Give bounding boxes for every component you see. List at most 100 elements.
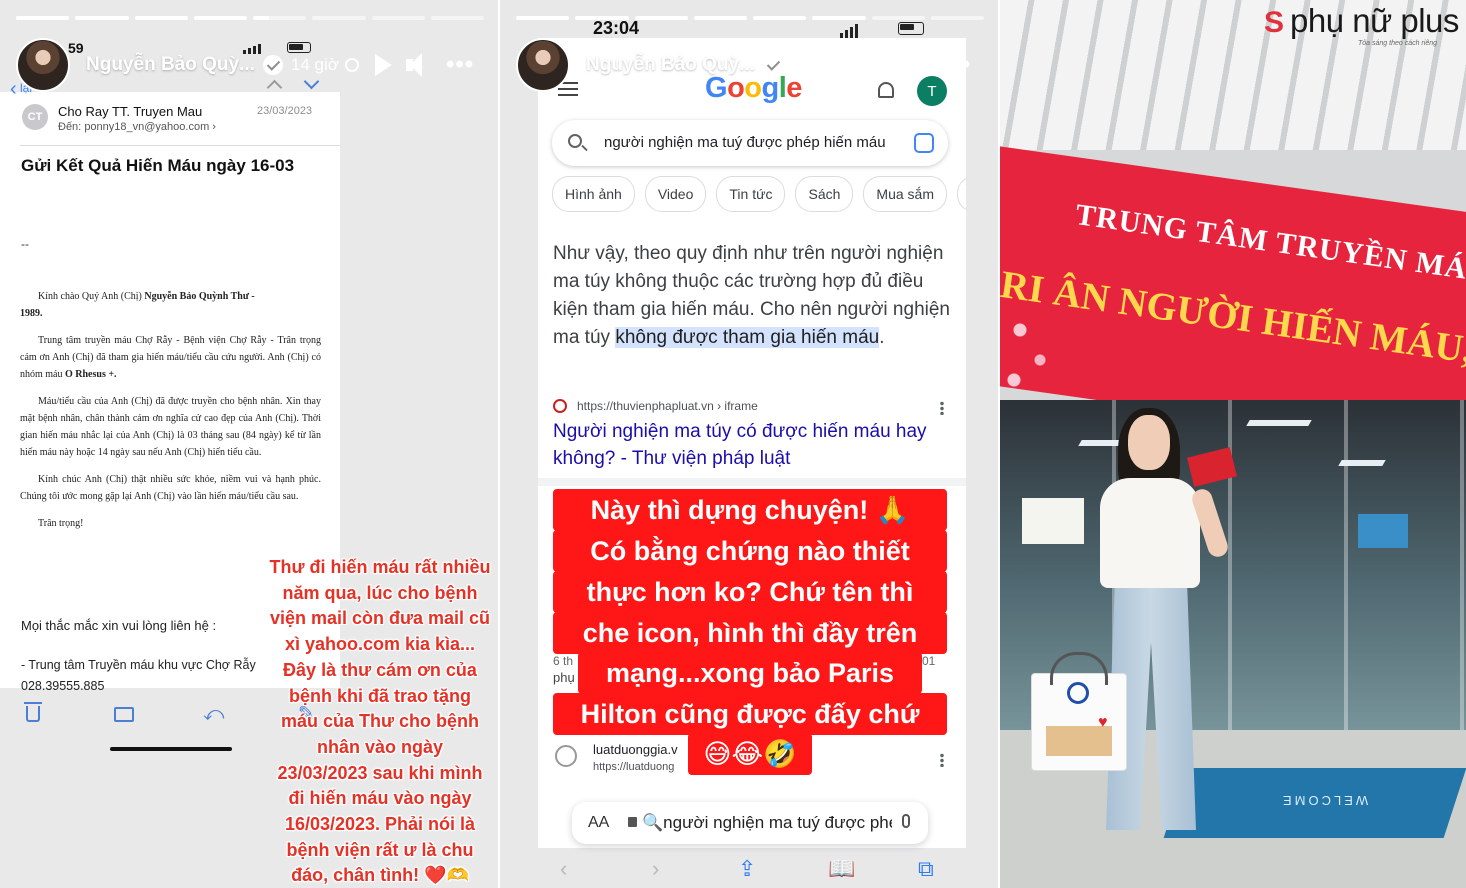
recipient-line[interactable]: Đến: ponny18_vn@yahoo.com › xyxy=(58,121,216,133)
recipient-address: ponny18_vn@yahoo.com xyxy=(84,121,210,133)
back-icon[interactable]: ‹ xyxy=(560,858,567,880)
signature-separator: -- xyxy=(21,237,29,251)
avatar[interactable] xyxy=(516,38,570,92)
caption-line: đi hiến máu vào ngày xyxy=(288,788,472,809)
reader-settings-button[interactable]: AA xyxy=(588,814,609,832)
search-box[interactable]: người nghiện ma tuý được phép hiến máu xyxy=(552,120,948,166)
sticker-line: Có bằng chứng nào thiết xyxy=(590,536,910,566)
mail-date: 23/03/2023 xyxy=(257,105,313,117)
sticker-line: Này thì dựng chuyện! 🙏 xyxy=(590,495,910,525)
ceiling-light xyxy=(1338,460,1386,466)
sender-avatar: CT xyxy=(22,104,48,130)
person-shirt xyxy=(1100,478,1200,588)
play-icon[interactable] xyxy=(374,54,392,76)
address-bar[interactable]: AA 🔍người nghiện ma tuý được phé xyxy=(572,802,928,844)
sticker-line: che icon, hình thì đầy trên xyxy=(582,618,918,648)
letter-closing: Trân trọng! xyxy=(38,518,84,529)
contact-question: Mọi thắc mắc xin vui lòng liên hệ : xyxy=(21,618,217,633)
address-text[interactable]: 🔍người nghiện ma tuý được phé xyxy=(642,813,892,833)
caption-line: máu của Thư cho bệnh xyxy=(280,711,480,732)
story-progress xyxy=(16,16,484,20)
mute-icon[interactable] xyxy=(902,53,929,77)
sticker-line: 😅😂🤣 xyxy=(703,739,797,769)
filter-chip[interactable]: Tin tức xyxy=(716,176,786,212)
mat-text: WELCOME xyxy=(1280,793,1369,808)
mute-icon[interactable] xyxy=(405,53,432,77)
more-options-icon[interactable]: ••• xyxy=(943,51,971,79)
blossom-decoration xyxy=(1000,300,1060,410)
search-input[interactable]: người nghiện ma tuý được phép hiến máu xyxy=(604,134,904,151)
lens-icon[interactable] xyxy=(914,133,934,153)
story-timestamp: 12 giờ xyxy=(790,55,839,74)
lock-icon xyxy=(628,817,637,827)
microphone-icon[interactable] xyxy=(902,814,910,828)
caption-line: bệnh khi đã trao tặng xyxy=(288,685,471,706)
result-options-icon[interactable] xyxy=(940,401,944,415)
story-author-name[interactable]: Nguyễn Bảo Quỳ... xyxy=(586,54,755,76)
brand-logo: phụ nữ plus xyxy=(1290,2,1459,39)
caption-line: Thư đi hiến máu rất nhiều xyxy=(269,557,491,577)
story-panel-google: 23:04 Nguyễn Bảo Quỳ... 12 giờ ••• Googl… xyxy=(500,0,998,888)
person-face xyxy=(1128,415,1170,470)
progress-segment-current xyxy=(253,16,307,20)
progress-segment xyxy=(871,16,925,20)
more-options-icon[interactable]: ••• xyxy=(446,51,474,79)
filter-chip[interactable]: Sách xyxy=(795,176,854,212)
story-timestamp: 14 giờ xyxy=(290,55,339,74)
share-icon[interactable]: ⇪ xyxy=(738,858,756,880)
forward-icon[interactable]: › xyxy=(652,858,659,880)
folder-icon[interactable] xyxy=(114,707,134,722)
heart-icon: ♥ xyxy=(1098,714,1108,731)
caption-line: đáo, chân tình! ❤️🫶 xyxy=(291,865,469,886)
sticker-line: mạng...xong bảo Paris xyxy=(605,658,895,688)
filter-chip[interactable]: Maps xyxy=(956,176,966,212)
filter-chip[interactable]: Mua sắm xyxy=(863,176,947,212)
filter-chip[interactable]: Hình ảnh xyxy=(552,176,635,212)
snippet-highlight: không được tham gia hiến máu xyxy=(615,327,880,348)
sticker-line: thực hơn ko? Chứ tên thì xyxy=(586,577,914,607)
trash-icon[interactable] xyxy=(24,702,42,722)
story-caption: Thư đi hiến máu rất nhiều năm qua, lúc ch… xyxy=(258,555,498,888)
pause-icon[interactable] xyxy=(872,54,889,76)
caption-line: nhân vào ngày xyxy=(316,736,444,757)
result-url[interactable]: https://thuvienphapluat.vn › iframe xyxy=(577,399,758,413)
search-icon xyxy=(568,134,582,148)
battery-icon xyxy=(898,22,924,35)
progress-segment xyxy=(134,16,188,20)
progress-segment xyxy=(753,16,807,20)
letter-paragraph: Trung tâm truyền máu Chợ Rẫy - Bệnh viện… xyxy=(20,335,321,380)
progress-segment xyxy=(75,16,129,20)
home-indicator xyxy=(110,747,232,751)
letter-paragraph: Kính chúc Anh (Chị) thật nhiều sức khỏe,… xyxy=(20,474,321,502)
caption-line: 16/03/2023. Phải nói là xyxy=(284,814,476,835)
filter-chips: Hình ảnhVideoTin tứcSáchMua sắm Maps xyxy=(552,170,966,218)
contact-phone[interactable]: 028.39555.885 xyxy=(21,679,104,693)
hospital-logo-icon xyxy=(1067,682,1089,704)
bookmarks-icon[interactable]: 📖 xyxy=(828,858,855,880)
sender-name[interactable]: Cho Ray TT. Truyen Mau xyxy=(58,104,202,119)
caption-line: Đây là thư cám ơn của xyxy=(283,659,477,680)
photo-panel: TRUNG TÂM TRUYỀN MÁU RI ÂN NGƯỜI HIẾN MÁ… xyxy=(1000,0,1466,888)
story-header: Nguyễn Bảo Quỳ... 12 giờ ••• xyxy=(516,38,986,92)
result-title-link[interactable]: Người nghiện ma túy có được hiến máu hay… xyxy=(553,418,953,472)
avatar[interactable] xyxy=(16,38,70,92)
tabs-icon[interactable]: ⧉ xyxy=(918,858,934,880)
progress-segment xyxy=(16,16,70,20)
caption-line: bệnh viện rất ư là chu xyxy=(286,839,474,860)
brand-mark-icon: S xyxy=(1264,6,1285,39)
sticker-line: Hilton cũng được đấy chứ xyxy=(580,699,920,729)
notice-board xyxy=(1358,514,1408,548)
caption-line: 23/03/2023 sau khi mình xyxy=(277,762,483,783)
progress-segment xyxy=(193,16,247,20)
progress-segment xyxy=(634,16,688,20)
notice-board xyxy=(1022,498,1084,544)
globe-icon xyxy=(844,58,859,72)
story-author-name[interactable]: Nguyễn Bảo Quỳ... xyxy=(86,54,255,76)
story-panel-email: 59 Nguyễn Bảo Quỳ... 14 giờ ••• ‹ lại CT… xyxy=(0,0,498,888)
letter-greeting: Kính chào Quý Anh (Chị) Nguyễn Bảo Quỳnh… xyxy=(20,291,255,319)
reply-icon[interactable]: ⤺ xyxy=(203,704,224,724)
brand-tagline: Tỏa sáng theo cách riêng xyxy=(1358,40,1437,47)
ceiling-light xyxy=(1246,420,1312,426)
filter-chip[interactable]: Video xyxy=(644,176,707,212)
featured-snippet: Như vậy, theo quy định như trên người ng… xyxy=(553,243,950,348)
